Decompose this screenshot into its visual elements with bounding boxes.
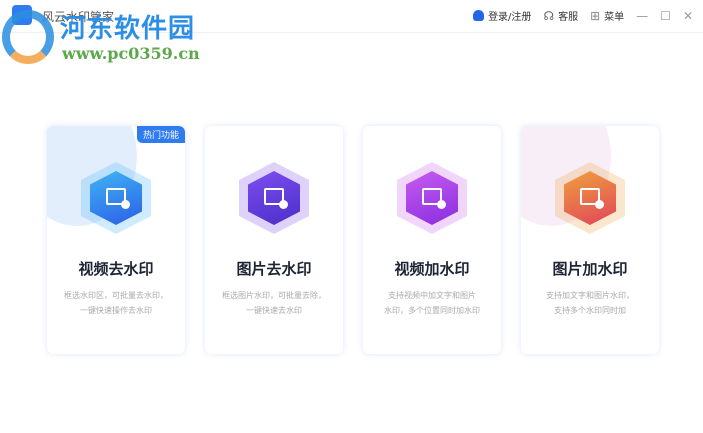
minimize-button[interactable]: — (636, 9, 648, 23)
card-title: 图片去水印 (236, 260, 312, 278)
headset-icon: ☊ (543, 8, 555, 23)
card-image-add-watermark[interactable]: 图片加水印 支持加文字和图片水印， 支持多个水印同时加 (521, 126, 659, 354)
card-description: 支持视频中加文字和图片 水印，多个位置同时加水印 (384, 291, 480, 315)
card-description: 框选水印区，可批量去水印， 一键快速操作去水印 (64, 291, 168, 315)
app-logo-icon (12, 5, 32, 25)
app-title: 风云水印管家 (42, 10, 115, 24)
card-description: 支持加文字和图片水印， 支持多个水印同时加 (546, 291, 634, 315)
service-button[interactable]: ☊ 客服 (543, 8, 579, 24)
title-bar: 风云水印管家 登录/注册 ☊ 客服 ⊞ 菜单 — ☐ ✕ (0, 0, 703, 33)
card-description: 框选图片水印，可批量去除， 一键快速去水印 (222, 291, 326, 315)
menu-button[interactable]: ⊞ 菜单 (590, 8, 625, 24)
card-title: 视频加水印 (394, 260, 470, 278)
hot-badge: 热门功能 (136, 126, 185, 143)
menu-label: 菜单 (604, 12, 625, 23)
service-label: 客服 (558, 12, 579, 23)
user-icon (473, 10, 485, 21)
card-image-remove-watermark[interactable]: 图片去水印 框选图片水印，可批量去除， 一键快速去水印 (205, 126, 343, 354)
close-button[interactable]: ✕ (683, 9, 693, 23)
card-video-remove-watermark[interactable]: 热门功能 视频去水印 框选水印区，可批量去水印， 一键快速操作去水印 (47, 126, 185, 354)
watermark-url: www.pc0359.cn (62, 44, 200, 63)
maximize-button[interactable]: ☐ (660, 9, 671, 23)
image-remove-watermark-icon (239, 162, 309, 234)
card-title: 图片加水印 (552, 260, 628, 278)
login-button[interactable]: 登录/注册 (473, 8, 531, 23)
video-remove-watermark-icon (81, 162, 151, 234)
card-title: 视频去水印 (78, 260, 154, 278)
login-label: 登录/注册 (488, 12, 532, 23)
image-add-watermark-icon (555, 162, 625, 234)
card-video-add-watermark[interactable]: 视频加水印 支持视频中加文字和图片 水印，多个位置同时加水印 (363, 126, 501, 354)
grid-icon: ⊞ (590, 8, 601, 23)
video-add-watermark-icon (397, 162, 467, 234)
